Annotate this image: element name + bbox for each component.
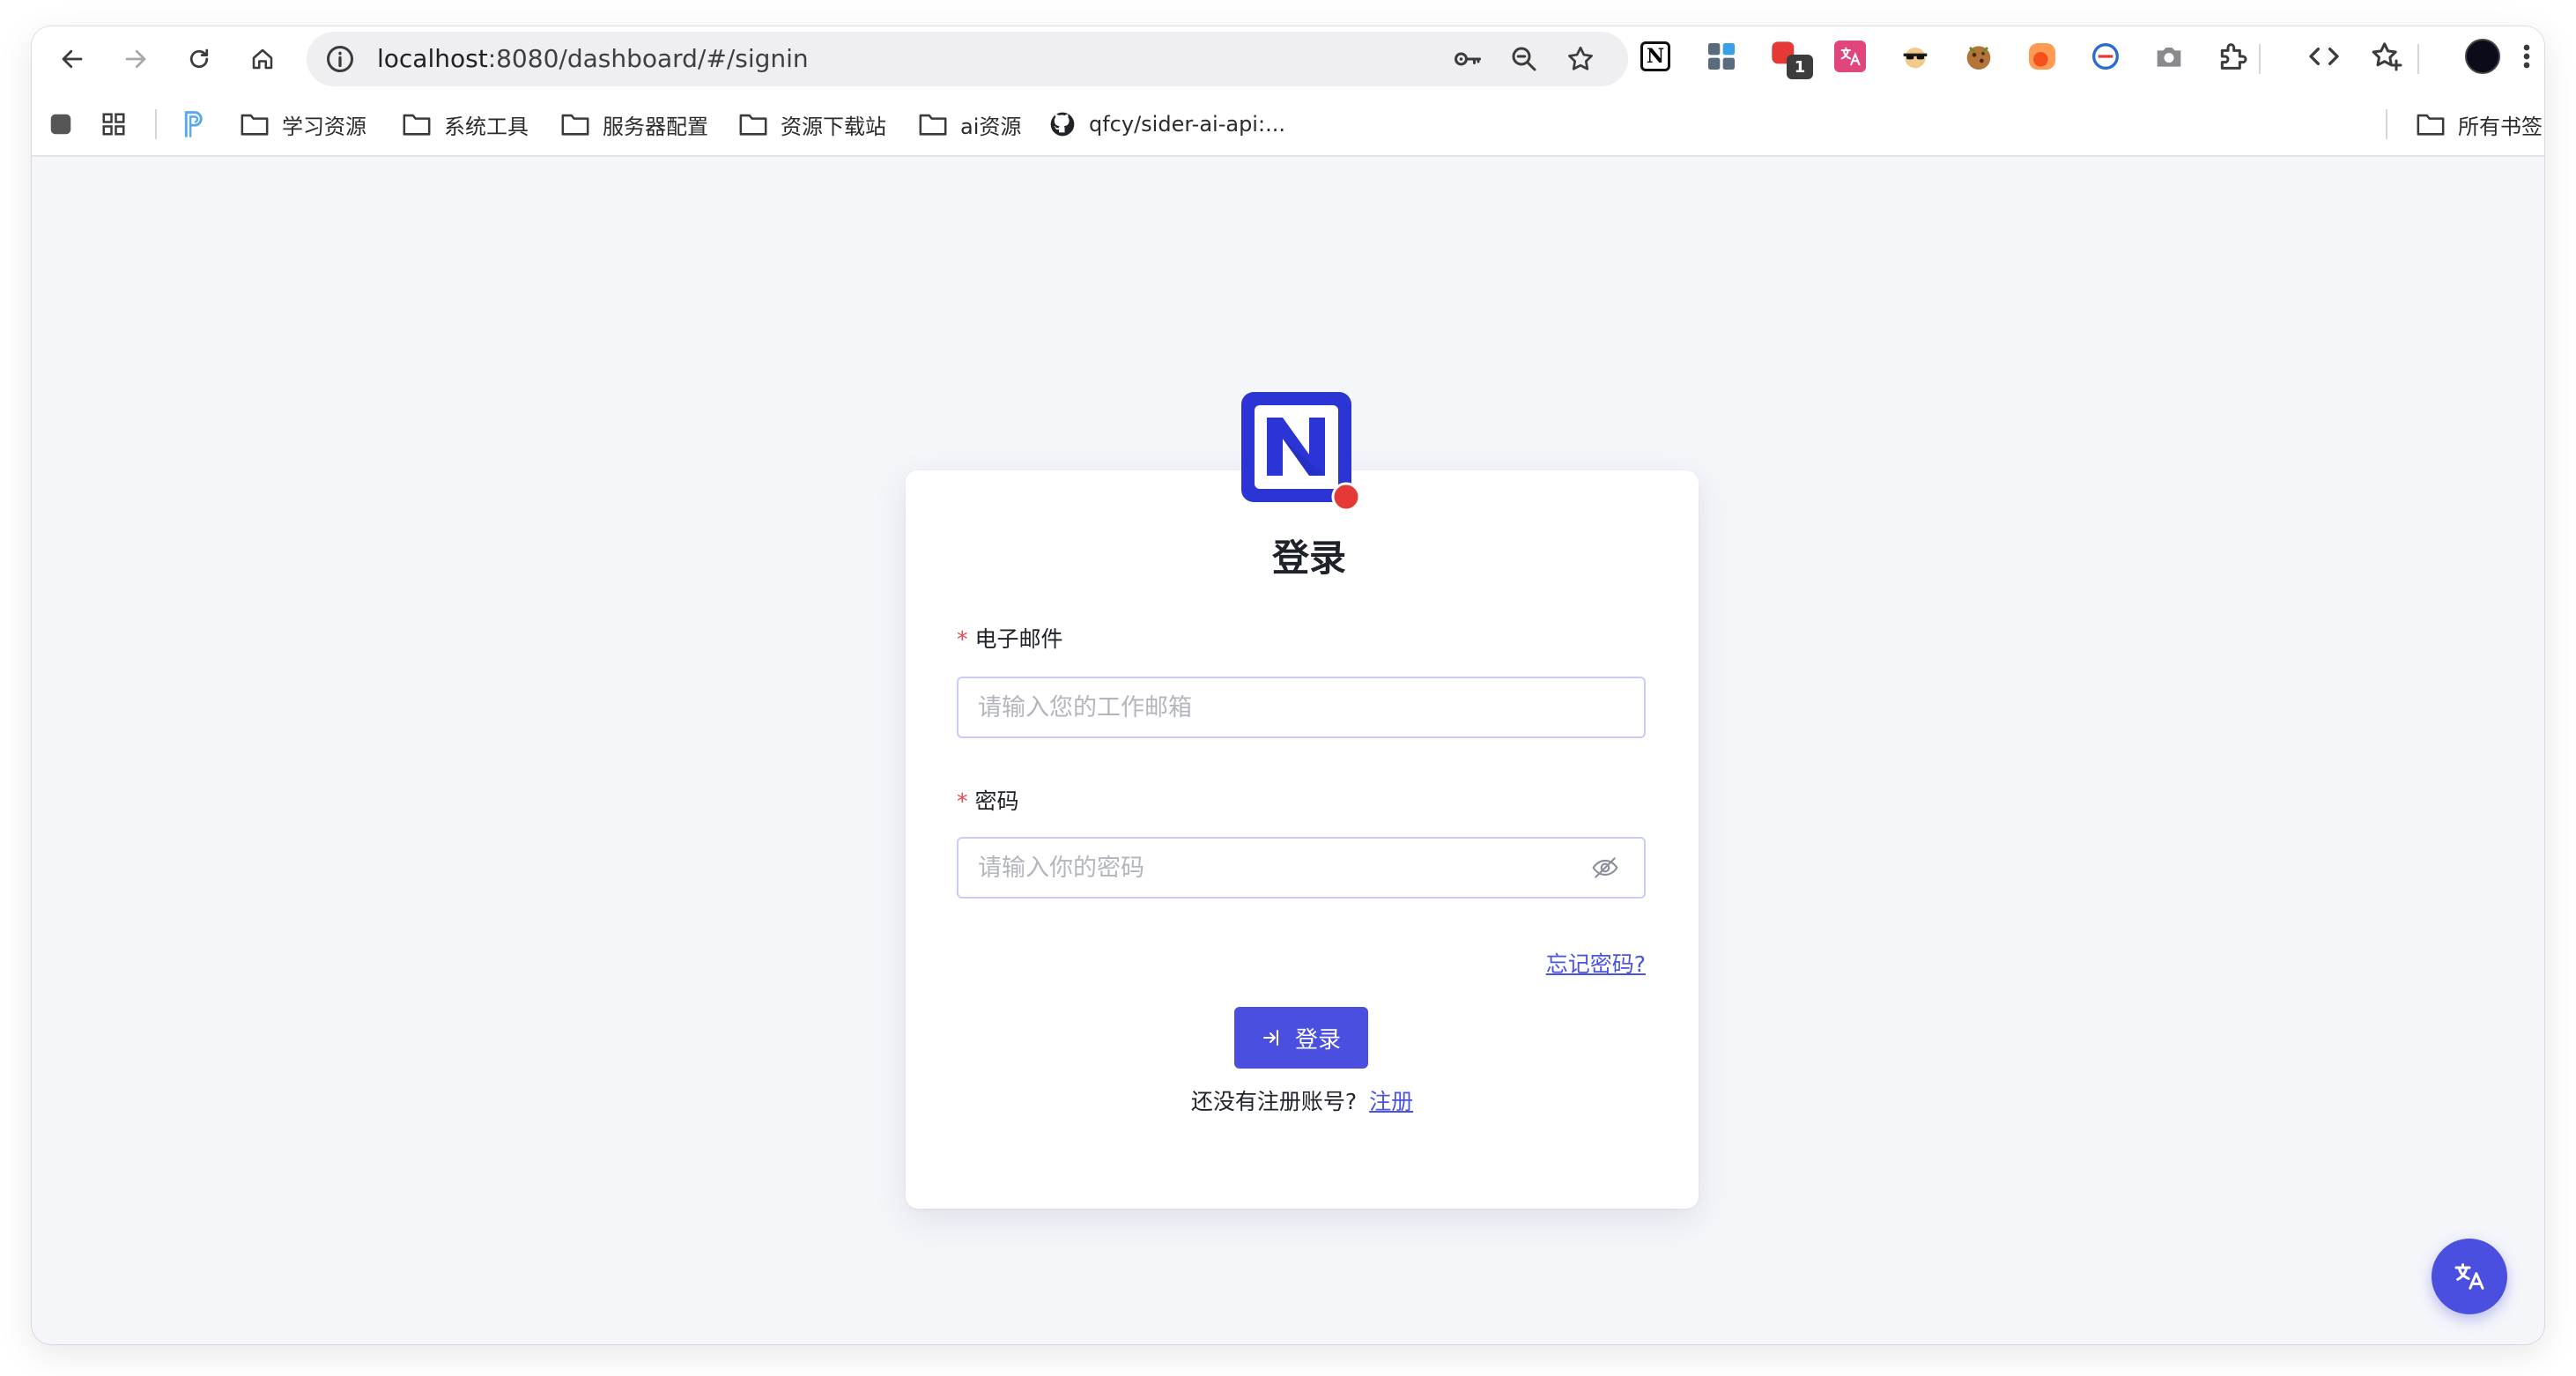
favorites-star-icon[interactable] <box>2370 39 2405 74</box>
register-prompt: 还没有注册账号? 注册 <box>913 1084 1691 1116</box>
orange-extension-icon[interactable] <box>2025 39 2060 74</box>
pp-logo-icon <box>184 111 203 137</box>
translate-extension-icon[interactable] <box>1834 41 1866 72</box>
eye-slash-icon[interactable] <box>1591 854 1619 882</box>
spy-extension-icon[interactable] <box>1898 39 1933 74</box>
forward-button[interactable] <box>115 38 157 80</box>
bookmark-study[interactable]: 学习资源 <box>240 109 366 139</box>
pp-bookmark[interactable] <box>181 109 220 139</box>
password-input[interactable] <box>957 837 1646 899</box>
bookmark-ai-resources[interactable]: ai资源 <box>918 109 1021 139</box>
reload-button[interactable] <box>178 38 220 80</box>
camera-extension-icon[interactable] <box>2151 39 2187 74</box>
language-switch-button[interactable] <box>2432 1239 2507 1314</box>
arrow-right-icon <box>125 49 146 69</box>
translate-icon <box>2454 1263 2484 1290</box>
navigation-row: localhost:8080/dashboard/#/signin N 1 <box>32 26 2544 92</box>
required-mark: * <box>957 626 968 652</box>
bookmark-label: 系统工具 <box>444 114 529 139</box>
password-label: * 密码 <box>957 784 1019 816</box>
bookmark-label: 资源下载站 <box>781 114 886 139</box>
all-bookmarks-folder[interactable]: 所有书签 <box>2416 109 2543 139</box>
profile-avatar[interactable] <box>2465 39 2500 74</box>
devtools-code-icon[interactable] <box>2306 39 2342 74</box>
no-account-text: 还没有注册账号? <box>1190 1089 1358 1114</box>
tab-search-button[interactable] <box>48 109 86 139</box>
extensions-puzzle-icon[interactable] <box>2215 39 2250 74</box>
cookie-editor-extension-icon[interactable] <box>2088 39 2123 74</box>
bookmarks-divider <box>155 109 157 139</box>
url-text[interactable]: localhost:8080/dashboard/#/signin <box>377 44 809 73</box>
login-arrow-icon <box>1262 1030 1278 1046</box>
extension-badge: 1 <box>1787 55 1813 79</box>
bookmarks-divider <box>2386 109 2387 139</box>
zoom-icon[interactable] <box>1508 43 1540 75</box>
arrow-left-icon <box>62 49 83 69</box>
bookmark-label: 服务器配置 <box>603 114 708 139</box>
toolbar-divider <box>2259 44 2261 74</box>
folder-icon <box>919 114 947 136</box>
home-button[interactable] <box>241 38 284 80</box>
folder-icon <box>403 114 431 136</box>
forgot-password-link[interactable]: 忘记密码? <box>1477 947 1646 979</box>
site-info-icon[interactable] <box>324 43 356 75</box>
folder-icon <box>739 114 767 136</box>
bookmark-label: 学习资源 <box>282 114 366 139</box>
url-path: :8080/dashboard/#/signin <box>487 44 809 73</box>
square-icon <box>50 114 71 135</box>
required-mark: * <box>957 788 968 814</box>
reload-icon <box>189 48 209 69</box>
key-icon[interactable] <box>1452 43 1484 75</box>
bookmarks-bar: 学习资源 系统工具 服务器配置 资源下载站 ai资源 qfcy/sider-ai… <box>32 92 2544 157</box>
login-button-label: 登录 <box>1294 1025 1341 1053</box>
login-button[interactable]: 登录 <box>1234 1007 1368 1069</box>
email-label-text: 电子邮件 <box>974 626 1063 652</box>
bookmark-system-tools[interactable]: 系统工具 <box>402 109 529 139</box>
folder-icon <box>561 114 589 136</box>
browser-window: localhost:8080/dashboard/#/signin N 1 学习… <box>32 26 2544 1344</box>
bookmark-label: qfcy/sider-ai-api:... <box>1089 112 1285 137</box>
bookmark-github-sider[interactable]: qfcy/sider-ai-api:... <box>1048 109 1285 139</box>
toolbar-divider <box>2417 44 2419 74</box>
home-icon <box>252 48 273 70</box>
bookmark-server-config[interactable]: 服务器配置 <box>560 109 708 139</box>
folder-icon <box>2417 114 2445 136</box>
bookmark-label: ai资源 <box>960 114 1022 139</box>
page-content <box>32 157 2544 1344</box>
email-input[interactable] <box>957 677 1646 738</box>
browser-menu-button[interactable] <box>2518 39 2535 74</box>
register-link[interactable]: 注册 <box>1369 1089 1413 1114</box>
back-button[interactable] <box>51 38 93 80</box>
bookmark-star-icon[interactable] <box>1565 43 1596 75</box>
url-host: localhost <box>377 44 488 73</box>
browser-toolbar: localhost:8080/dashboard/#/signin N 1 学习… <box>32 26 2544 157</box>
notion-extension-icon[interactable]: N <box>1640 41 1670 71</box>
address-bar[interactable]: localhost:8080/dashboard/#/signin <box>307 32 1628 86</box>
email-label: * 电子邮件 <box>957 622 1063 654</box>
all-bookmarks-label: 所有书签 <box>2458 114 2543 139</box>
folder-icon <box>241 114 269 136</box>
bookmark-download-sites[interactable]: 资源下载站 <box>738 109 886 139</box>
grid-extension-icon[interactable] <box>1704 39 1739 74</box>
password-label-text: 密码 <box>974 788 1019 814</box>
github-icon <box>1050 112 1075 137</box>
red-extension-icon[interactable]: 1 <box>1769 39 1813 79</box>
app-logo <box>1241 392 1361 512</box>
apps-button[interactable] <box>100 109 139 139</box>
cookie-extension-icon[interactable] <box>1961 39 1996 74</box>
apps-grid-icon <box>102 113 125 136</box>
signin-title: 登录 <box>1271 536 1346 580</box>
